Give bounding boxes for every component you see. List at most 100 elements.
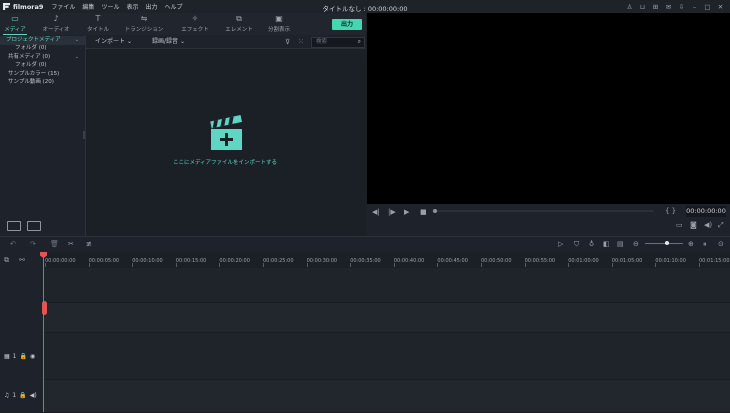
marker-icon[interactable]: ⛉ [574, 240, 579, 249]
video-track-number: 1 [12, 353, 17, 360]
voiceover-icon[interactable]: ◧ [603, 240, 610, 248]
library-item-label: 共有メディア (0) [8, 54, 51, 60]
minimize-icon[interactable]: – [688, 3, 701, 11]
filmora-logo-icon [3, 3, 10, 10]
library-item-folder[interactable]: フォルダ (0) [0, 44, 85, 53]
fullscreen-icon[interactable]: ⤢ [718, 221, 724, 230]
new-folder-icon[interactable] [7, 221, 21, 231]
ruler-tick [568, 263, 570, 267]
ruler-tick [132, 263, 134, 267]
lock-icon[interactable]: 🔒 [20, 353, 27, 360]
menu-view[interactable]: 表示 [126, 2, 138, 11]
lock-icon[interactable]: 🔒 [19, 392, 26, 399]
menu-export[interactable]: 出力 [145, 2, 157, 11]
zoom-out-icon[interactable]: ⊖ [633, 240, 639, 248]
render-icon[interactable]: ▷ [558, 240, 563, 248]
display-settings-icon[interactable]: ▭ [676, 221, 683, 229]
menu-file[interactable]: ファイル [51, 2, 75, 11]
video-track-lane[interactable] [44, 333, 730, 380]
redo-icon[interactable]: ↷ [30, 240, 36, 248]
tab-media[interactable]: ▭ メディア [4, 13, 26, 35]
snapshot-icon[interactable]: ◙ [690, 221, 697, 229]
panel-resize-handle[interactable] [83, 131, 85, 139]
adjust-icon[interactable]: ≢ [86, 240, 92, 248]
grid-view-icon[interactable]: ⁙ [298, 38, 304, 46]
folder-icon: ▭ [11, 14, 19, 23]
tab-transitions[interactable]: ⇋ トランジション [122, 13, 166, 35]
stop-icon[interactable]: ■ [420, 208, 427, 216]
user-icon[interactable]: ♙ [623, 3, 636, 11]
tab-effects[interactable]: ✧ エフェクト [178, 13, 212, 35]
tab-media-label: メディア [4, 27, 26, 33]
filter-icon[interactable]: ⊽ [285, 38, 290, 46]
tab-elements[interactable]: ⧉ エレメント [222, 13, 256, 35]
speaker-icon[interactable]: ◀) [30, 392, 37, 399]
undo-icon[interactable]: ↶ [10, 240, 16, 248]
drop-track-lane[interactable] [44, 303, 730, 333]
library-item-label: プロジェクトメディア [6, 37, 61, 43]
split-view-icon[interactable]: ⏸ [703, 240, 707, 249]
zoom-slider[interactable] [645, 243, 683, 244]
gift-icon[interactable]: ⊞ [649, 3, 662, 11]
maximize-icon[interactable]: □ [701, 3, 714, 11]
cart-icon[interactable]: ⊔ [636, 3, 649, 11]
record-dropdown[interactable]: 録画/録音 ⌄ [152, 39, 185, 45]
mark-in-out-icon[interactable]: { } [665, 207, 676, 215]
music-note-icon: ♪ [53, 14, 59, 23]
playhead-marker[interactable] [42, 301, 47, 315]
ruler-time-label: 00:00:15:00 [175, 258, 207, 264]
library-actions [7, 221, 47, 231]
menu-edit[interactable]: 編集 [82, 2, 94, 11]
playhead-line[interactable] [43, 252, 44, 412]
ruler-tick [263, 263, 264, 267]
folder-icon[interactable] [27, 221, 41, 231]
import-dropdown[interactable]: インポート ⌄ [95, 39, 132, 45]
menu-tools[interactable]: ツール [101, 2, 119, 11]
settings-icon[interactable]: ⊙ [718, 240, 724, 248]
ruler-tick [88, 263, 90, 267]
search-input[interactable]: 検索 ⌕ [311, 37, 365, 48]
import-media-button[interactable] [209, 115, 244, 151]
download-icon[interactable]: ⇩ [675, 3, 688, 11]
tab-titles-label: タイトル [86, 27, 109, 33]
export-button[interactable]: 出力 [332, 19, 362, 30]
tab-audio[interactable]: ♪ オーディオ [40, 13, 72, 35]
menu-bar: filmora9 ファイル 編集 ツール 表示 出力 ヘルプ [0, 0, 190, 13]
close-icon[interactable]: ✕ [714, 3, 727, 11]
volume-icon[interactable]: ◀) [704, 221, 712, 229]
menu-help[interactable]: ヘルプ [164, 2, 182, 11]
play-icon[interactable]: ▶ [404, 208, 409, 216]
empty-track-lane[interactable] [44, 268, 730, 303]
delete-icon[interactable]: 🗑 [50, 240, 59, 248]
skip-back-icon[interactable]: ◀| [372, 208, 380, 216]
library-item-sample-videos[interactable]: サンプル動画 (20) [0, 78, 85, 87]
subtitle-icon[interactable]: ▤ [617, 240, 624, 248]
playback-progress-bar[interactable] [432, 210, 654, 212]
tab-split-screen[interactable]: ▣ 分割表示 [264, 13, 294, 35]
add-track-icon[interactable]: ⧉ [4, 256, 9, 265]
tab-titles[interactable]: T タイトル [84, 13, 112, 35]
audio-track-lane[interactable] [44, 380, 730, 413]
preview-timecode: 00:00:00:00 [686, 206, 726, 217]
microphone-icon[interactable]: ♁ [589, 240, 594, 248]
eye-icon[interactable]: ◉ [30, 353, 35, 360]
preview-player[interactable] [367, 13, 730, 204]
cut-icon[interactable]: ✂ [68, 240, 74, 248]
library-item-shared-folder[interactable]: フォルダ (0) [0, 61, 85, 70]
tab-effects-label: エフェクト [181, 27, 209, 33]
mail-icon[interactable]: ✉ [662, 3, 675, 11]
link-icon[interactable]: ⚯ [19, 256, 25, 264]
playback-progress-handle[interactable] [433, 209, 437, 213]
ruler-time-label: 00:01:00:00 [568, 258, 599, 264]
zoom-slider-handle[interactable] [665, 241, 669, 245]
ruler-tick [350, 263, 352, 267]
ruler-time-label: 00:00:20:00 [219, 258, 250, 264]
zoom-in-icon[interactable]: ⊕ [688, 240, 694, 248]
import-hint[interactable]: ここにメディアファイルをインポートする [160, 158, 290, 166]
ruler-time-label: 00:00:55:00 [524, 258, 556, 264]
step-back-icon[interactable]: |▶ [388, 208, 396, 216]
app-logo: filmora9 [3, 3, 43, 11]
search-icon[interactable]: ⌕ [358, 38, 361, 46]
text-icon: T [95, 14, 101, 23]
library-item-label: サンプルカラー (15) [8, 71, 60, 77]
